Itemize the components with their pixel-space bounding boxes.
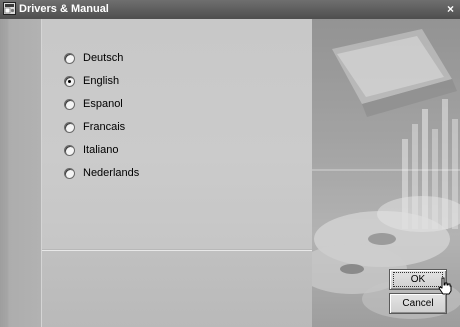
cancel-button[interactable]: Cancel [389,293,447,314]
radio-button[interactable] [64,168,75,179]
title-bar[interactable]: Drivers & Manual × [0,0,460,19]
radio-option-nederlands[interactable]: Nederlands [64,162,139,185]
radio-option-italiano[interactable]: Italiano [64,139,139,162]
radio-selected-dot [68,80,71,83]
app-window-icon [3,2,16,15]
radio-button[interactable] [64,122,75,133]
radio-label[interactable]: Italiano [83,144,118,157]
radio-label[interactable]: Espanol [83,98,123,111]
radio-button-selected[interactable] [64,76,75,87]
button-panel [42,250,312,327]
radio-option-english[interactable]: English [64,70,139,93]
radio-button[interactable] [64,53,75,64]
close-icon[interactable]: × [444,1,457,17]
radio-option-espanol[interactable]: Espanol [64,93,139,116]
radio-label[interactable]: English [83,75,119,88]
cancel-button-label: Cancel [402,298,434,309]
installer-window: Drivers & Manual × Deutsch English Espan… [0,0,460,327]
left-sidebar-decoration [0,19,42,327]
radio-button[interactable] [64,99,75,110]
hand-pointer-icon [438,277,452,295]
radio-button[interactable] [64,145,75,156]
ok-button-label: OK [410,274,426,285]
radio-label[interactable]: Deutsch [83,52,123,65]
radio-option-deutsch[interactable]: Deutsch [64,47,139,70]
window-title: Drivers & Manual [19,3,109,15]
radio-label[interactable]: Francais [83,121,125,134]
radio-option-francais[interactable]: Francais [64,116,139,139]
radio-label[interactable]: Nederlands [83,167,139,180]
language-radio-group: Deutsch English Espanol Francais Italian… [64,47,139,185]
